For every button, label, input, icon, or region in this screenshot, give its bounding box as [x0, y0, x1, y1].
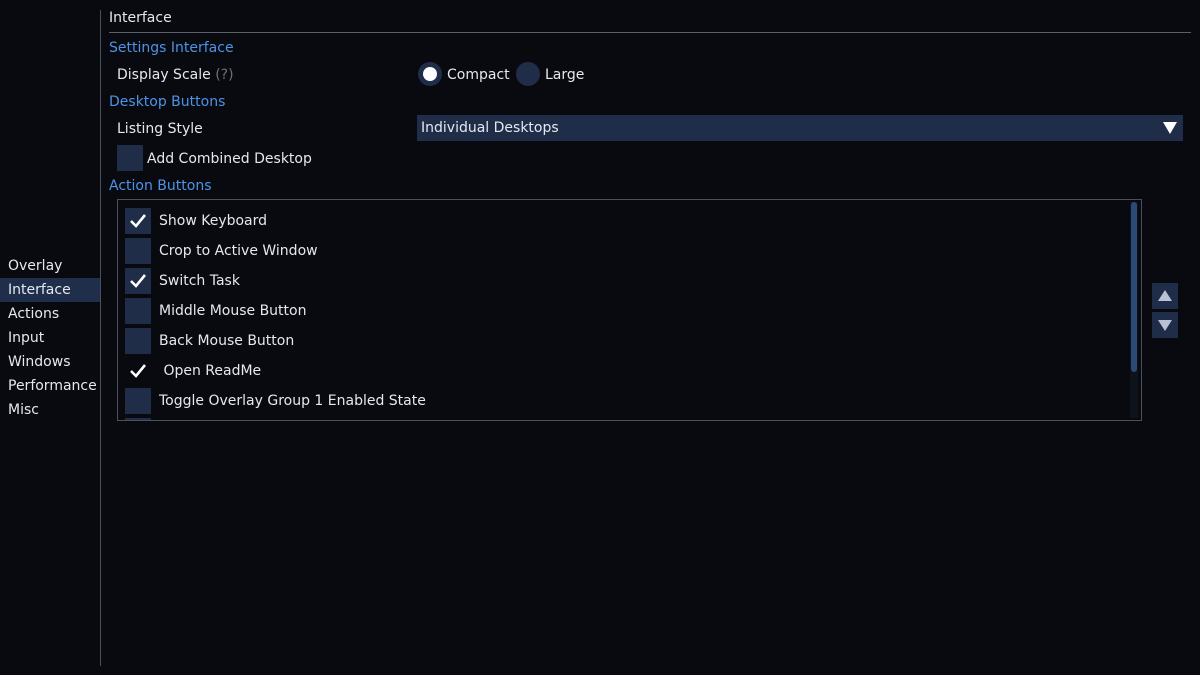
radio-large-label[interactable]: Large [545, 67, 584, 83]
sidebar-item-overlay[interactable]: Overlay [0, 254, 100, 278]
list-item[interactable]: Middle Mouse Button [125, 298, 1115, 324]
action-label: Open ReadMe [159, 363, 262, 379]
display-scale-label-text: Display Scale [117, 67, 211, 83]
list-item[interactable]: Switch Task [125, 268, 1115, 294]
section-header-desktop-buttons: Desktop Buttons [109, 94, 226, 110]
triangle-down-icon[interactable] [1157, 115, 1183, 141]
list-scrollbar[interactable] [1130, 202, 1138, 418]
sidebar-item-actions[interactable]: Actions [0, 302, 100, 326]
help-hint[interactable]: (?) [215, 67, 233, 83]
checkmark-icon [130, 214, 147, 228]
checkmark-icon [130, 274, 147, 288]
sidebar-item-input[interactable]: Input [0, 326, 100, 350]
radio-compact-label[interactable]: Compact [447, 67, 510, 83]
add-combined-desktop-checkbox[interactable] [117, 145, 143, 171]
triangle-down-icon [1158, 320, 1172, 331]
add-combined-desktop-label[interactable]: Add Combined Desktop [147, 151, 312, 167]
radio-large[interactable] [516, 62, 540, 86]
action-checkbox-back-mouse-button[interactable] [125, 328, 151, 354]
section-header-settings-interface: Settings Interface [109, 40, 234, 56]
move-down-button[interactable] [1152, 312, 1178, 338]
sidebar-divider [100, 10, 101, 666]
sidebar-item-performance[interactable]: Performance [0, 374, 100, 398]
sidebar-nav: Overlay Interface Actions Input Windows … [0, 254, 100, 422]
action-checkbox-toggle-overlay-group-1[interactable] [125, 388, 151, 414]
list-item [125, 418, 1115, 420]
title-divider [109, 32, 1191, 33]
action-buttons-list[interactable]: Show Keyboard Crop to Active Window Swit… [117, 199, 1142, 421]
list-scrollbar-thumb[interactable] [1131, 202, 1137, 372]
action-label: Middle Mouse Button [159, 303, 307, 319]
display-scale-label: Display Scale (?) [117, 67, 234, 83]
list-item[interactable]: Open ReadMe [125, 358, 1115, 384]
page-title: Interface [109, 10, 172, 26]
action-label: Crop to Active Window [159, 243, 318, 259]
action-label: Back Mouse Button [159, 333, 295, 349]
action-checkbox-middle-mouse-button[interactable] [125, 298, 151, 324]
list-item[interactable]: Toggle Overlay Group 1 Enabled State [125, 388, 1115, 414]
radio-compact[interactable] [418, 62, 442, 86]
list-item[interactable]: Crop to Active Window [125, 238, 1115, 264]
action-checkbox-show-keyboard[interactable] [125, 208, 151, 234]
action-checkbox-open-readme[interactable] [125, 358, 151, 384]
settings-window: Overlay Interface Actions Input Windows … [0, 0, 1200, 675]
sidebar-item-interface[interactable]: Interface [0, 278, 100, 302]
action-checkbox-switch-task[interactable] [125, 268, 151, 294]
listing-style-value: Individual Desktops [421, 120, 559, 136]
action-label: Switch Task [159, 273, 240, 289]
checkmark-icon [130, 364, 147, 378]
triangle-up-icon [1158, 290, 1172, 301]
move-up-button[interactable] [1152, 283, 1178, 309]
action-label: Show Keyboard [159, 213, 268, 229]
listing-style-dropdown[interactable]: Individual Desktops [417, 115, 1183, 141]
listing-style-label: Listing Style [117, 121, 203, 137]
action-label: Toggle Overlay Group 1 Enabled State [159, 393, 426, 409]
section-header-action-buttons: Action Buttons [109, 178, 212, 194]
sidebar-item-misc[interactable]: Misc [0, 398, 100, 422]
action-checkbox-partial[interactable] [125, 418, 151, 420]
list-item[interactable]: Back Mouse Button [125, 328, 1115, 354]
sidebar-item-windows[interactable]: Windows [0, 350, 100, 374]
list-item[interactable]: Show Keyboard [125, 208, 1115, 234]
action-checkbox-crop-to-active-window[interactable] [125, 238, 151, 264]
